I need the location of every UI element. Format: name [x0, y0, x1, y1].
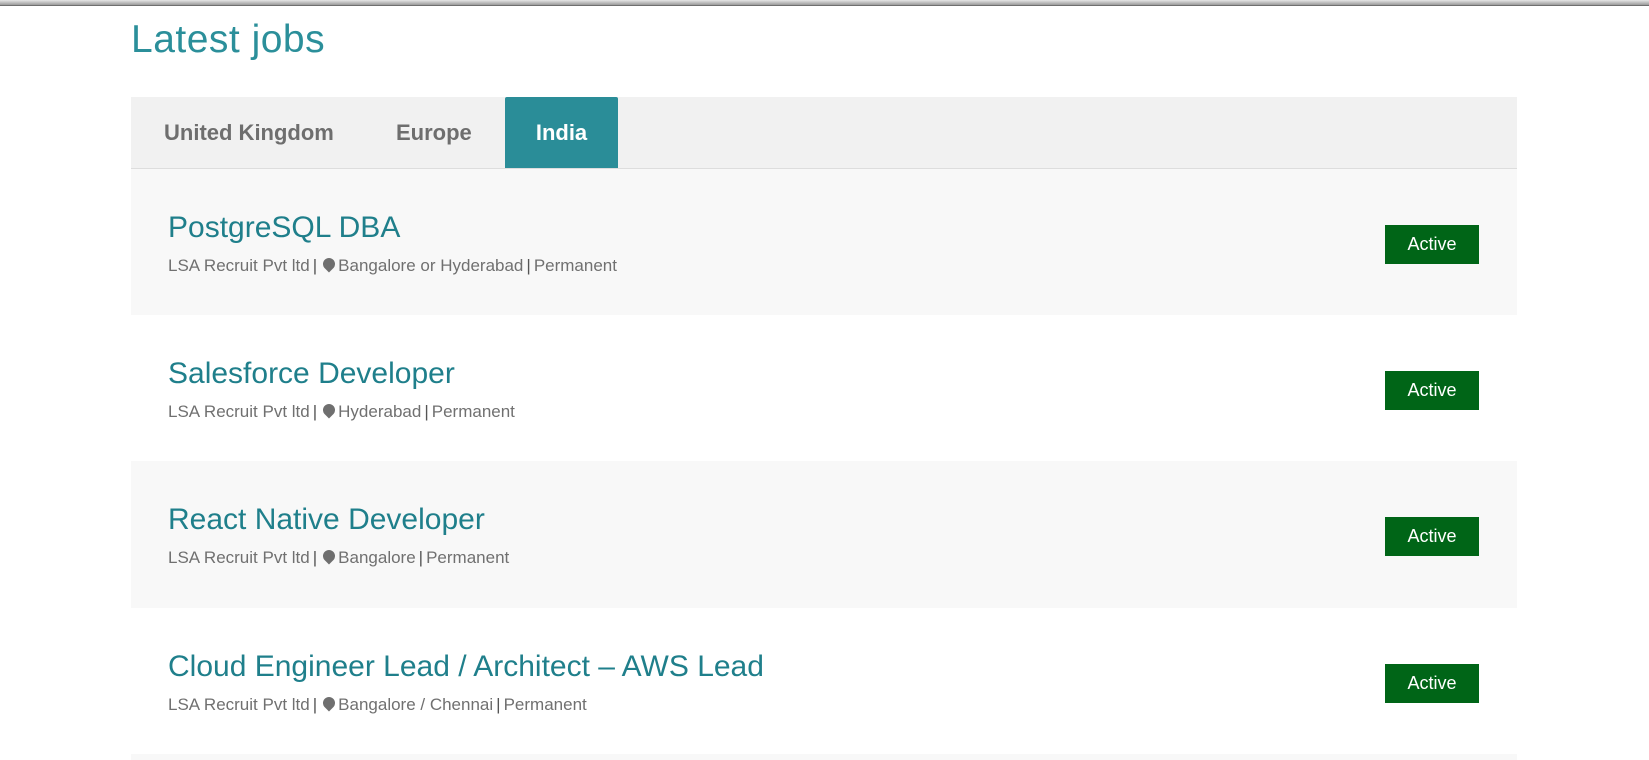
job-item: React Native Developer LSA Recruit Pvt l… — [131, 461, 1517, 608]
job-title-link[interactable]: PostgreSQL DBA — [168, 211, 400, 245]
job-title-link[interactable]: Cloud Engineer Lead / Architect – AWS Le… — [168, 650, 764, 684]
job-item: PostgreSQL DBA LSA Recruit Pvt ltd | Banga… — [131, 169, 1517, 315]
status-badge: Active — [1385, 664, 1479, 703]
map-pin-icon — [320, 547, 338, 565]
map-pin-icon — [320, 255, 338, 273]
separator: | — [312, 256, 318, 275]
separator: | — [424, 402, 429, 421]
status-badge: Active — [1385, 371, 1479, 410]
job-company: LSA Recruit Pvt ltd — [168, 256, 310, 275]
job-meta: LSA Recruit Pvt ltd | Hyderabad | Permanent — [168, 401, 515, 422]
job-location: Bangalore / Chennai — [338, 695, 494, 714]
map-pin-icon — [320, 401, 338, 419]
job-item: Salesforce Developer LSA Recruit Pvt ltd… — [131, 315, 1517, 461]
job-company: LSA Recruit Pvt ltd — [168, 695, 310, 714]
next-job-item-edge — [131, 754, 1517, 760]
job-type: Permanent — [533, 256, 617, 275]
job-type: Permanent — [426, 548, 510, 567]
map-pin-icon — [320, 694, 338, 712]
job-type: Permanent — [431, 402, 515, 421]
job-item: Cloud Engineer Lead / Architect – AWS Le… — [131, 608, 1517, 754]
job-meta: LSA Recruit Pvt ltd | Bangalore | Permanent — [168, 547, 510, 568]
separator: | — [496, 695, 501, 714]
job-type: Permanent — [503, 695, 587, 714]
separator: | — [312, 402, 318, 421]
separator: | — [526, 256, 531, 275]
job-title-link[interactable]: Salesforce Developer — [168, 357, 455, 391]
status-badge: Active — [1385, 225, 1479, 264]
job-meta: LSA Recruit Pvt ltd | Bangalore or Hyderab… — [168, 255, 617, 276]
job-list: PostgreSQL DBA LSA Recruit Pvt ltd | Banga… — [131, 169, 1517, 754]
tab-united-kingdom[interactable]: United Kingdom — [164, 97, 334, 168]
job-location: Bangalore or Hyderabad — [338, 256, 524, 275]
job-title-link[interactable]: React Native Developer — [168, 503, 485, 537]
tab-europe[interactable]: Europe — [396, 97, 472, 168]
status-badge: Active — [1385, 517, 1479, 556]
job-company: LSA Recruit Pvt ltd — [168, 548, 310, 567]
job-location: Bangalore — [338, 548, 416, 567]
page-title: Latest jobs — [131, 18, 326, 61]
window-top-border — [0, 0, 1649, 6]
job-meta: LSA Recruit Pvt ltd | Bangalore / Chennai |… — [168, 694, 587, 715]
job-company: LSA Recruit Pvt ltd — [168, 402, 310, 421]
separator: | — [312, 548, 318, 567]
region-tabs: United Kingdom Europe India — [131, 97, 1517, 169]
separator: | — [312, 695, 318, 714]
tab-india[interactable]: India — [505, 97, 618, 168]
job-location: Hyderabad — [338, 402, 422, 421]
separator: | — [418, 548, 424, 567]
